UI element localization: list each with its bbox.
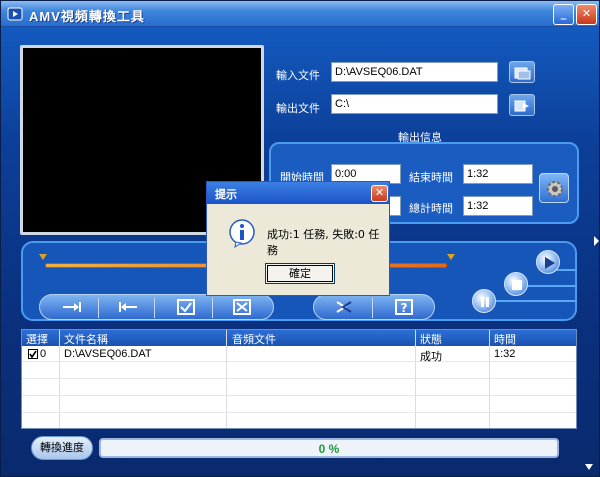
list-header: 選擇 文件名稱 音頻文件 狀態 時間 <box>22 330 576 347</box>
export-icon <box>514 100 529 112</box>
column-header-status[interactable]: 狀態 <box>420 331 442 347</box>
toolbar-divider <box>154 298 155 318</box>
table-row-empty <box>22 414 576 428</box>
set-start-icon[interactable] <box>60 298 84 316</box>
dialog-message: 成功:1 任務, 失敗:0 任務 <box>267 228 380 257</box>
dialog-close-button[interactable]: ✕ <box>371 185 388 202</box>
play-button[interactable] <box>536 250 560 274</box>
input-file-field[interactable]: D:\AVSEQ06.DAT <box>331 62 498 82</box>
folder-open-icon <box>514 67 531 80</box>
select-all-icon[interactable] <box>174 298 198 316</box>
minimize-button[interactable]: _ <box>553 4 574 25</box>
column-header-select[interactable]: 選擇 <box>26 331 48 347</box>
end-time-field[interactable]: 1:32 <box>463 164 533 184</box>
table-row-empty <box>22 380 576 396</box>
toolbar-divider <box>212 298 213 318</box>
input-file-label: 輸入文件 <box>276 69 320 82</box>
output-file-label: 輸出文件 <box>276 102 320 115</box>
column-header-audio[interactable]: 音頻文件 <box>232 331 276 347</box>
toolbar-divider <box>98 298 99 318</box>
open-input-button[interactable] <box>509 61 535 83</box>
toolbar-divider <box>372 298 373 318</box>
set-end-icon[interactable] <box>116 298 140 316</box>
output-file-field[interactable]: C:\ <box>331 94 498 114</box>
row-time: 1:32 <box>494 348 516 360</box>
row-checkbox[interactable] <box>28 349 38 359</box>
action-toolbar: ? <box>313 294 435 320</box>
pause-icon <box>481 297 489 307</box>
expand-arrow-icon[interactable] <box>584 463 594 471</box>
column-header-time[interactable]: 時間 <box>494 331 516 347</box>
app-icon <box>7 7 23 21</box>
gear-icon <box>547 181 563 197</box>
list-toolbar <box>39 294 274 320</box>
close-button[interactable]: ✕ <box>576 4 597 25</box>
window-title: AMV視頻轉換工具 <box>29 9 145 24</box>
checkmark-icon <box>29 350 37 359</box>
convert-progress-button[interactable]: 轉換進度 <box>31 436 93 460</box>
side-arrow-icon[interactable] <box>592 233 600 249</box>
convert-icon[interactable] <box>332 298 356 316</box>
settings-button[interactable] <box>539 173 569 203</box>
total-time-field[interactable]: 1:32 <box>463 196 533 216</box>
row-filename: D:\AVSEQ06.DAT <box>64 348 152 360</box>
deselect-icon[interactable] <box>230 298 254 316</box>
end-marker[interactable] <box>447 254 455 260</box>
progress-bar: 0 % <box>99 438 559 458</box>
row-index: 0 <box>40 348 47 360</box>
end-time-label: 結束時間 <box>409 171 453 184</box>
help-icon[interactable]: ? <box>392 298 416 316</box>
row-status: 成功 <box>420 351 442 363</box>
title-bar[interactable]: AMV視頻轉換工具 _ ✕ <box>1 1 599 27</box>
total-time-label: 總計時間 <box>409 202 453 215</box>
stop-icon <box>512 280 522 290</box>
info-icon <box>229 219 255 248</box>
play-icon <box>545 257 555 269</box>
pause-button[interactable] <box>472 289 496 313</box>
progress-text: 0 % <box>318 442 340 456</box>
start-marker[interactable] <box>39 254 47 260</box>
deco-line <box>495 300 577 302</box>
deco-line <box>525 285 577 287</box>
dialog-title-bar[interactable]: 提示 ✕ <box>207 182 389 204</box>
file-list[interactable]: 選擇 文件名稱 音頻文件 狀態 時間 0 D:\AVSEQ06.DAT 成功 1… <box>21 329 577 429</box>
message-dialog: 提示 ✕ 成功:1 任務, 失敗:0 任務 確定 <box>206 181 390 296</box>
stop-button[interactable] <box>504 272 528 296</box>
table-row[interactable]: 0 D:\AVSEQ06.DAT 成功 1:32 <box>22 346 576 363</box>
open-output-button[interactable] <box>509 94 535 116</box>
dialog-title: 提示 <box>215 188 237 201</box>
column-header-filename[interactable]: 文件名稱 <box>64 331 108 347</box>
svg-text:?: ? <box>401 301 408 315</box>
table-row-empty <box>22 397 576 413</box>
ok-button[interactable]: 確定 <box>265 263 335 284</box>
table-row-empty <box>22 363 576 379</box>
